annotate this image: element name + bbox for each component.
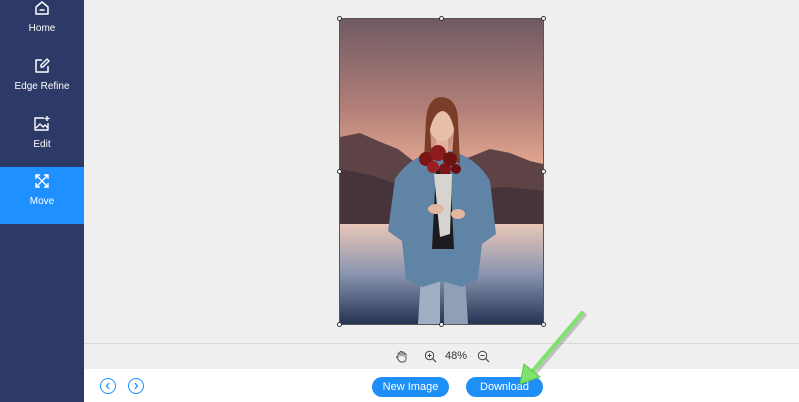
bottom-toolbar: New Image Download xyxy=(84,369,799,402)
edit-square-icon xyxy=(35,58,50,73)
sidebar-item-label: Home xyxy=(28,23,56,34)
chevron-right-icon xyxy=(134,382,139,390)
canvas-area xyxy=(84,0,799,343)
sidebar-item-edge-refine[interactable]: Edge Refine xyxy=(0,52,84,109)
zoom-toolbar: 48% xyxy=(84,343,799,369)
sidebar-item-label: Edge Refine xyxy=(14,81,70,92)
zoom-out-icon[interactable] xyxy=(477,350,490,363)
resize-handle-top-right[interactable] xyxy=(541,16,546,21)
resize-handle-left[interactable] xyxy=(337,169,342,174)
resize-handle-bottom[interactable] xyxy=(439,322,444,327)
zoom-level: 48% xyxy=(445,350,468,362)
resize-handle-top[interactable] xyxy=(439,16,444,21)
move-arrows-icon xyxy=(35,174,49,188)
sidebar-item-label: Move xyxy=(29,196,55,207)
sidebar-item-move[interactable]: Move xyxy=(0,167,84,224)
resize-handle-bottom-left[interactable] xyxy=(337,322,342,327)
image-plus-icon xyxy=(34,116,50,131)
sidebar: Home Edge Refine Edit Move xyxy=(0,0,84,402)
sidebar-item-edit[interactable]: Edit xyxy=(0,110,84,167)
next-button[interactable] xyxy=(128,378,144,394)
sidebar-item-label: Edit xyxy=(33,139,51,150)
new-image-button[interactable]: New Image xyxy=(372,377,449,397)
download-button[interactable]: Download xyxy=(466,377,543,397)
resize-handle-bottom-right[interactable] xyxy=(541,322,546,327)
sidebar-item-home[interactable]: Home xyxy=(0,0,84,51)
resize-handle-top-left[interactable] xyxy=(337,16,342,21)
hand-pan-icon[interactable] xyxy=(395,350,408,363)
resize-handle-right[interactable] xyxy=(541,169,546,174)
chevron-left-icon xyxy=(105,382,110,390)
previous-button[interactable] xyxy=(100,378,116,394)
home-icon xyxy=(35,1,49,15)
photo-frame[interactable] xyxy=(337,16,546,327)
photo-image[interactable] xyxy=(340,19,543,324)
zoom-in-icon[interactable] xyxy=(424,350,437,363)
